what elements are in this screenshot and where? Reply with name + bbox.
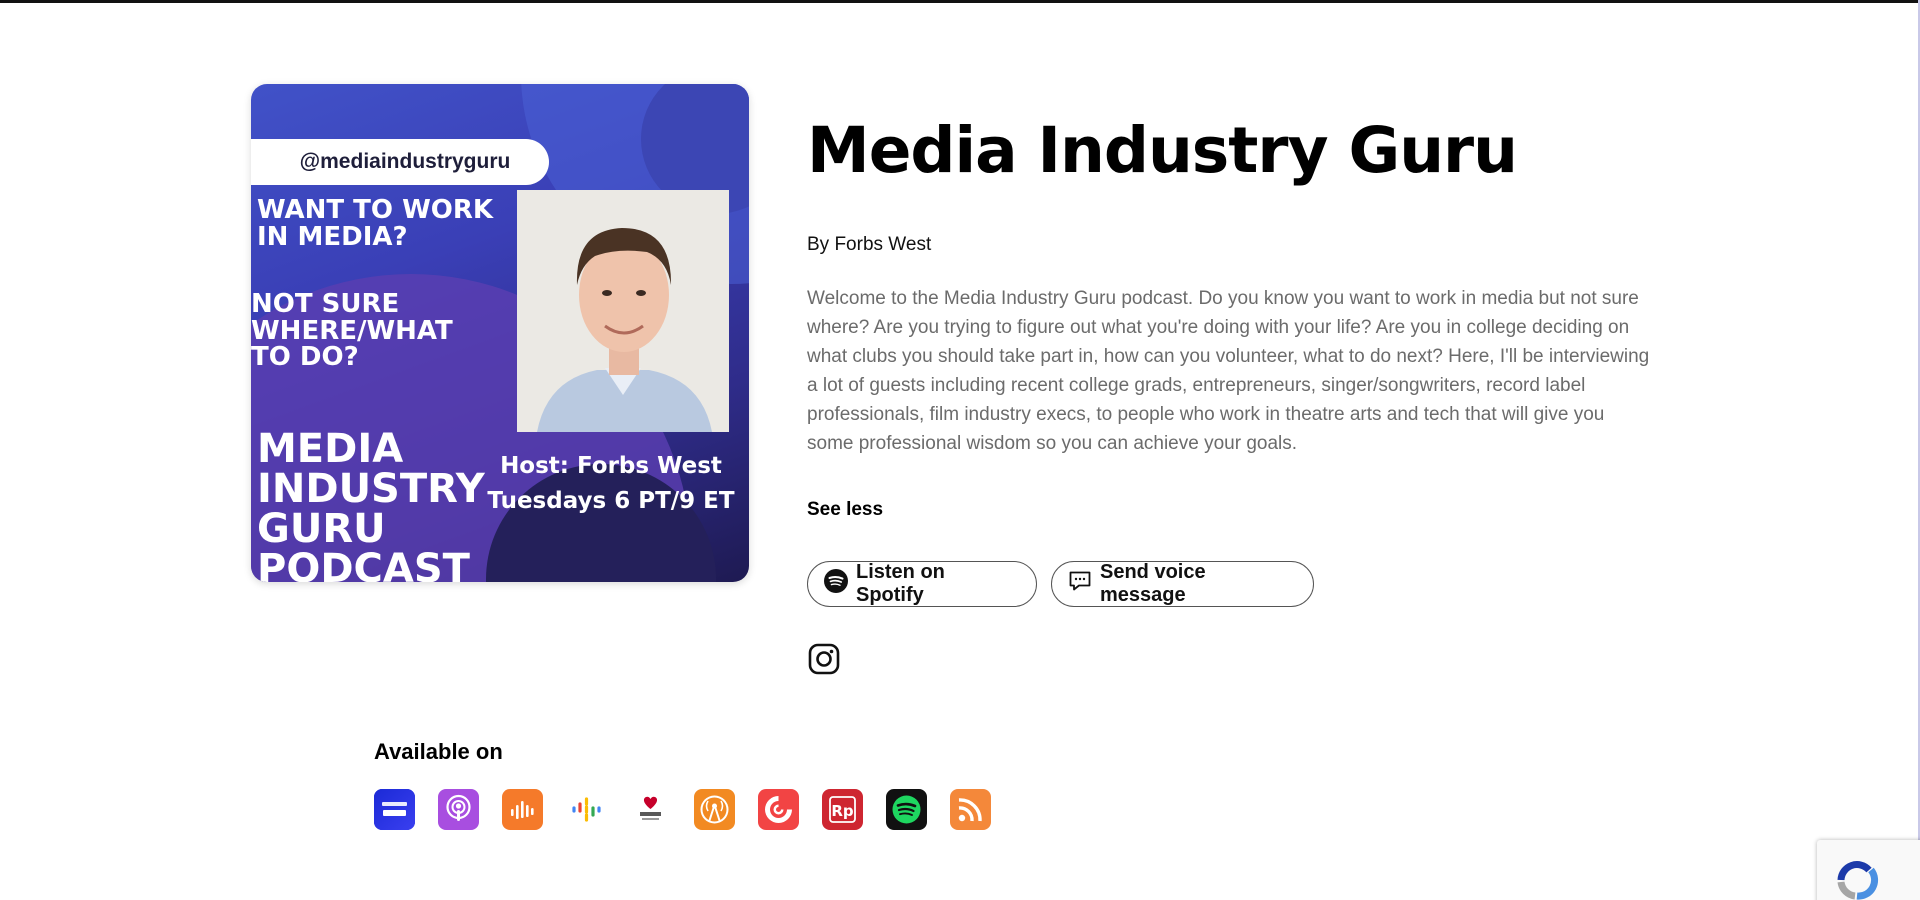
podcast-description: Welcome to the Media Industry Guru podca… <box>807 288 1650 454</box>
podcast-cover-art: @mediaindustryguru WANT TO WORK IN MEDIA… <box>251 84 749 582</box>
podcast-author: By Forbs West <box>807 234 932 255</box>
rss-icon[interactable] <box>950 789 991 830</box>
iheartradio-icon[interactable] <box>630 789 671 830</box>
listen-on-spotify-button[interactable]: Listen on Spotify <box>807 561 1037 607</box>
amazon-music-icon[interactable] <box>374 789 415 830</box>
available-on-heading: Available on <box>374 739 503 764</box>
overcast-icon[interactable] <box>694 789 735 830</box>
cover-question-2: NOT SURE WHERE/WHAT TO DO? <box>251 289 453 373</box>
see-less-link[interactable]: See less <box>807 499 883 521</box>
spotify-icon <box>824 569 848 599</box>
cover-host-info: Host: Forbs West Tuesdays 6 PT/9 ET <box>487 453 735 514</box>
google-podcasts-icon[interactable] <box>566 789 607 830</box>
svg-text:Rp: Rp <box>831 802 854 820</box>
listen-on-spotify-label: Listen on Spotify <box>856 561 945 606</box>
cover-brand: MEDIA INDUSTRY GURU PODCAST <box>257 426 485 582</box>
pocket-casts-icon[interactable] <box>758 789 799 830</box>
spotify-platform-icon[interactable] <box>886 789 927 830</box>
instagram-icon[interactable] <box>808 643 840 675</box>
cover-handle: @mediaindustryguru <box>251 139 549 185</box>
apple-podcasts-icon[interactable] <box>438 789 479 830</box>
recaptcha-badge[interactable] <box>1817 840 1920 900</box>
send-voice-message-button[interactable]: Send voice message <box>1051 561 1314 607</box>
radiopublic-icon[interactable]: Rp <box>822 789 863 830</box>
message-bubble-icon <box>1068 569 1092 599</box>
castbox-icon[interactable] <box>502 789 543 830</box>
top-border <box>0 0 1920 3</box>
cover-question-1: WANT TO WORK IN MEDIA? <box>257 195 494 252</box>
send-voice-message-label: Send voice message <box>1100 561 1206 606</box>
host-photo <box>517 190 729 432</box>
page-title: Media Industry Guru <box>807 114 1518 187</box>
platform-list: Rp <box>374 789 991 830</box>
recaptcha-icon <box>1837 861 1879 900</box>
